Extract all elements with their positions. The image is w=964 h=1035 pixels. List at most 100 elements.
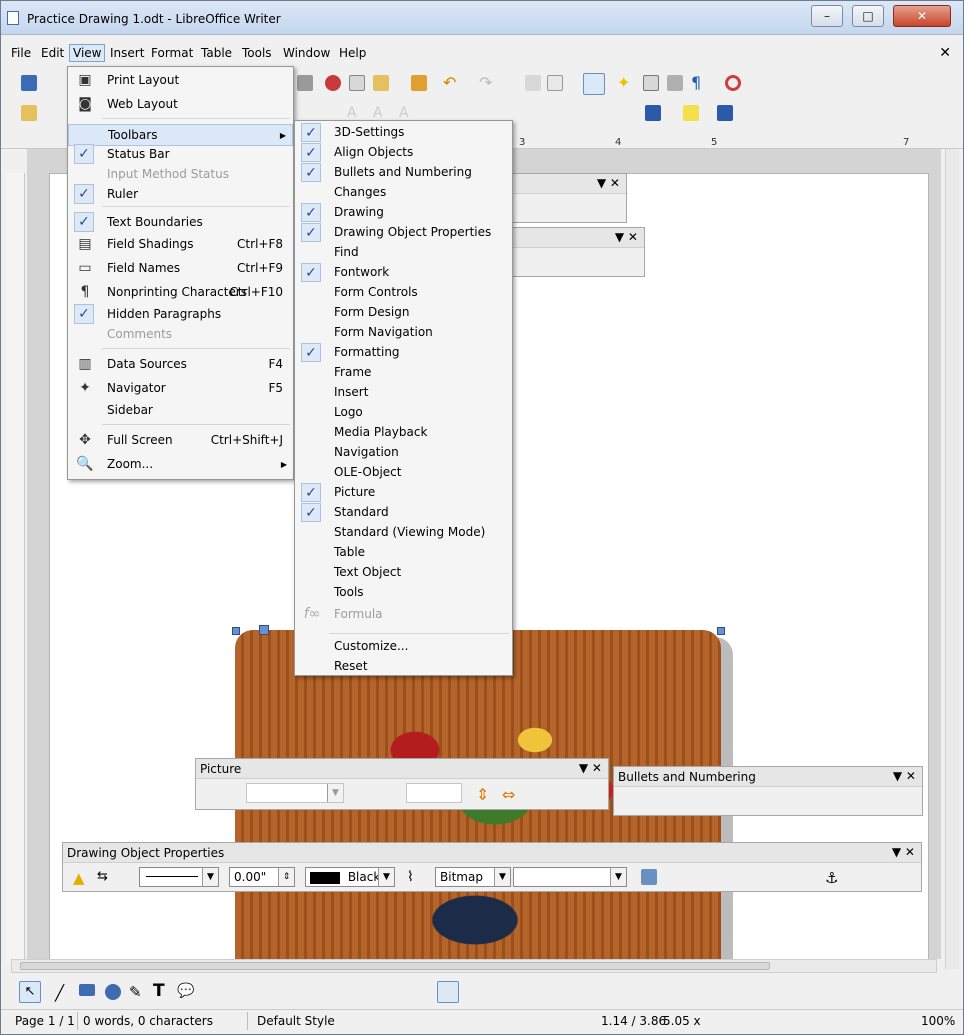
toolbar-toggle-item[interactable]: Standard (Viewing Mode) bbox=[295, 523, 512, 543]
ellipse-tool-icon[interactable] bbox=[105, 984, 121, 1000]
formatting-marks-icon[interactable]: ¶ bbox=[691, 75, 707, 91]
select-arrow-icon[interactable]: ↖ bbox=[19, 981, 41, 1003]
freeform-tool-icon[interactable]: ✎ bbox=[129, 983, 145, 1001]
toolbar-toggle-item[interactable]: Table bbox=[295, 543, 512, 563]
text-tool-icon[interactable]: T bbox=[153, 981, 169, 1001]
data-sources-toolbar-icon[interactable] bbox=[667, 75, 683, 91]
toolbar-toggle-item[interactable]: ✓ Align Objects bbox=[295, 143, 512, 163]
vertical-ruler[interactable] bbox=[7, 173, 25, 963]
flip-vertical-icon[interactable]: ⇕ bbox=[476, 785, 492, 804]
bold-icon[interactable]: A bbox=[347, 105, 363, 121]
view-menu-item[interactable]: ◙ Web Layout bbox=[68, 94, 293, 116]
stepper-icon[interactable]: ⇕ bbox=[278, 868, 294, 886]
toolbar-close-icon[interactable]: ▼ ✕ bbox=[597, 176, 620, 190]
undo-icon[interactable]: ↶ bbox=[443, 75, 459, 91]
redo-icon[interactable]: ↷ bbox=[479, 75, 495, 91]
vertical-scrollbar[interactable] bbox=[945, 149, 959, 969]
toolbar-toggle-item[interactable]: Form Navigation bbox=[295, 323, 512, 343]
resize-handle[interactable] bbox=[717, 627, 725, 635]
zoom-level[interactable]: 100% bbox=[921, 1014, 955, 1028]
styles-icon[interactable] bbox=[21, 105, 37, 121]
line-style-select[interactable]: ▼ bbox=[139, 867, 219, 887]
toolbar-toggle-item[interactable]: Logo bbox=[295, 403, 512, 423]
toolbar-close-icon[interactable]: ▼ ✕ bbox=[615, 230, 638, 244]
line-width-field[interactable]: 0.00" ⇕ bbox=[229, 867, 295, 887]
insert-table-icon[interactable] bbox=[547, 75, 563, 91]
toolbar-toggle-item[interactable]: ✓ Drawing bbox=[295, 203, 512, 223]
gallery-icon[interactable] bbox=[643, 75, 659, 91]
points-edit-icon[interactable] bbox=[437, 981, 459, 1003]
menu-help[interactable]: Help bbox=[339, 46, 366, 60]
paste-icon[interactable] bbox=[373, 75, 389, 91]
view-menu-item[interactable]: ¶ Nonprinting Characters Ctrl+F10 bbox=[68, 282, 293, 304]
toolbar-toggle-item[interactable]: Find bbox=[295, 243, 512, 263]
toolbar-toggle-item[interactable]: Tools bbox=[295, 583, 512, 603]
minimize-button[interactable]: – bbox=[811, 5, 843, 27]
shadow-icon[interactable] bbox=[641, 869, 657, 885]
show-draw-functions-icon[interactable] bbox=[583, 73, 605, 95]
toolbar-toggle-item[interactable]: ✓ Fontwork bbox=[295, 263, 512, 283]
navigator-toolbar-icon[interactable]: ✦ bbox=[617, 75, 633, 91]
help-icon[interactable] bbox=[725, 75, 741, 91]
cut-icon[interactable] bbox=[325, 75, 341, 91]
toolbar-close-icon[interactable]: ▼ ✕ bbox=[893, 769, 916, 783]
view-menu-item[interactable]: ▭ Field Names Ctrl+F9 bbox=[68, 258, 293, 280]
toolbar-toggle-item[interactable]: Form Controls bbox=[295, 283, 512, 303]
view-menu-item[interactable]: ✥ Full Screen Ctrl+Shift+J bbox=[68, 430, 293, 452]
graphics-mode-select[interactable]: ▼ bbox=[246, 783, 344, 803]
menu-file[interactable]: File bbox=[11, 46, 31, 60]
menu-tools[interactable]: Tools bbox=[242, 46, 272, 60]
view-menu-item[interactable]: ▣ Print Layout bbox=[68, 70, 293, 92]
toolbar-toggle-item[interactable]: ✓ Picture bbox=[295, 483, 512, 503]
menu-edit[interactable]: Edit bbox=[41, 46, 64, 60]
area-style-icon[interactable]: ⌇ bbox=[407, 869, 423, 885]
page-style[interactable]: Default Style bbox=[257, 1014, 335, 1028]
toolbar-toggle-item[interactable]: Frame bbox=[295, 363, 512, 383]
view-menu-item[interactable]: ✦ Navigator F5 bbox=[68, 378, 293, 400]
word-count[interactable]: 0 words, 0 characters bbox=[83, 1014, 213, 1028]
view-menu-item[interactable]: ✓ Status Bar bbox=[68, 144, 293, 166]
flip-horizontal-icon[interactable]: ⇔ bbox=[502, 785, 518, 804]
transparency-field[interactable] bbox=[406, 783, 462, 803]
underline-icon[interactable]: A bbox=[399, 105, 415, 121]
toolbar-toggle-item[interactable]: ✓ Standard bbox=[295, 503, 512, 523]
toolbar-toggle-item[interactable]: Media Playback bbox=[295, 423, 512, 443]
toolbar-toggle-item[interactable]: OLE-Object bbox=[295, 463, 512, 483]
resize-handle[interactable] bbox=[259, 625, 269, 635]
menu-insert[interactable]: Insert bbox=[110, 46, 144, 60]
close-document-icon[interactable]: ✕ bbox=[939, 45, 951, 61]
customize-menu-item[interactable]: Customize... bbox=[295, 637, 512, 657]
area-fill-type-select[interactable]: Bitmap ▼ bbox=[435, 867, 511, 887]
menu-format[interactable]: Format bbox=[151, 46, 193, 60]
toolbar-toggle-item[interactable]: Navigation bbox=[295, 443, 512, 463]
anchor-icon[interactable]: ⚓ bbox=[825, 869, 841, 887]
toolbar-toggle-item[interactable]: Changes bbox=[295, 183, 512, 203]
line-color-select[interactable]: Black ▼ bbox=[305, 867, 395, 887]
clone-formatting-icon[interactable] bbox=[411, 75, 427, 91]
italic-icon[interactable]: A bbox=[373, 105, 389, 121]
highlight-icon[interactable] bbox=[683, 105, 699, 121]
view-menu-item[interactable]: Toolbars ▶ bbox=[68, 124, 293, 146]
background-color-icon[interactable] bbox=[717, 105, 733, 121]
view-menu-item[interactable]: Sidebar bbox=[68, 400, 293, 422]
copy-icon[interactable] bbox=[349, 75, 365, 91]
horizontal-scrollbar[interactable] bbox=[11, 959, 937, 973]
menu-window[interactable]: Window bbox=[283, 46, 330, 60]
view-menu-item[interactable]: ✓ Ruler bbox=[68, 184, 293, 206]
scroll-thumb[interactable] bbox=[20, 962, 770, 970]
view-menu-item[interactable]: ▥ Data Sources F4 bbox=[68, 354, 293, 376]
toolbar-close-icon[interactable]: ▼ ✕ bbox=[892, 845, 915, 859]
format-paintbrush-icon[interactable] bbox=[297, 75, 313, 91]
area-fill-value-select[interactable]: ▼ bbox=[513, 867, 627, 887]
menu-view[interactable]: View bbox=[69, 44, 106, 62]
reset-menu-item[interactable]: Reset bbox=[295, 657, 512, 677]
toolbar-toggle-item[interactable]: Text Object bbox=[295, 563, 512, 583]
line-tool-icon[interactable]: ╱ bbox=[55, 984, 71, 1002]
callout-tool-icon[interactable]: 💬 bbox=[177, 983, 194, 999]
page-indicator[interactable]: Page 1 / 1 bbox=[15, 1014, 75, 1028]
line-icon[interactable]: ▲ bbox=[73, 869, 89, 887]
text-color-icon[interactable] bbox=[645, 105, 661, 121]
arrow-style-icon[interactable]: ⇆ bbox=[97, 869, 113, 885]
resize-handle[interactable] bbox=[232, 627, 240, 635]
maximize-button[interactable]: □ bbox=[852, 5, 884, 27]
